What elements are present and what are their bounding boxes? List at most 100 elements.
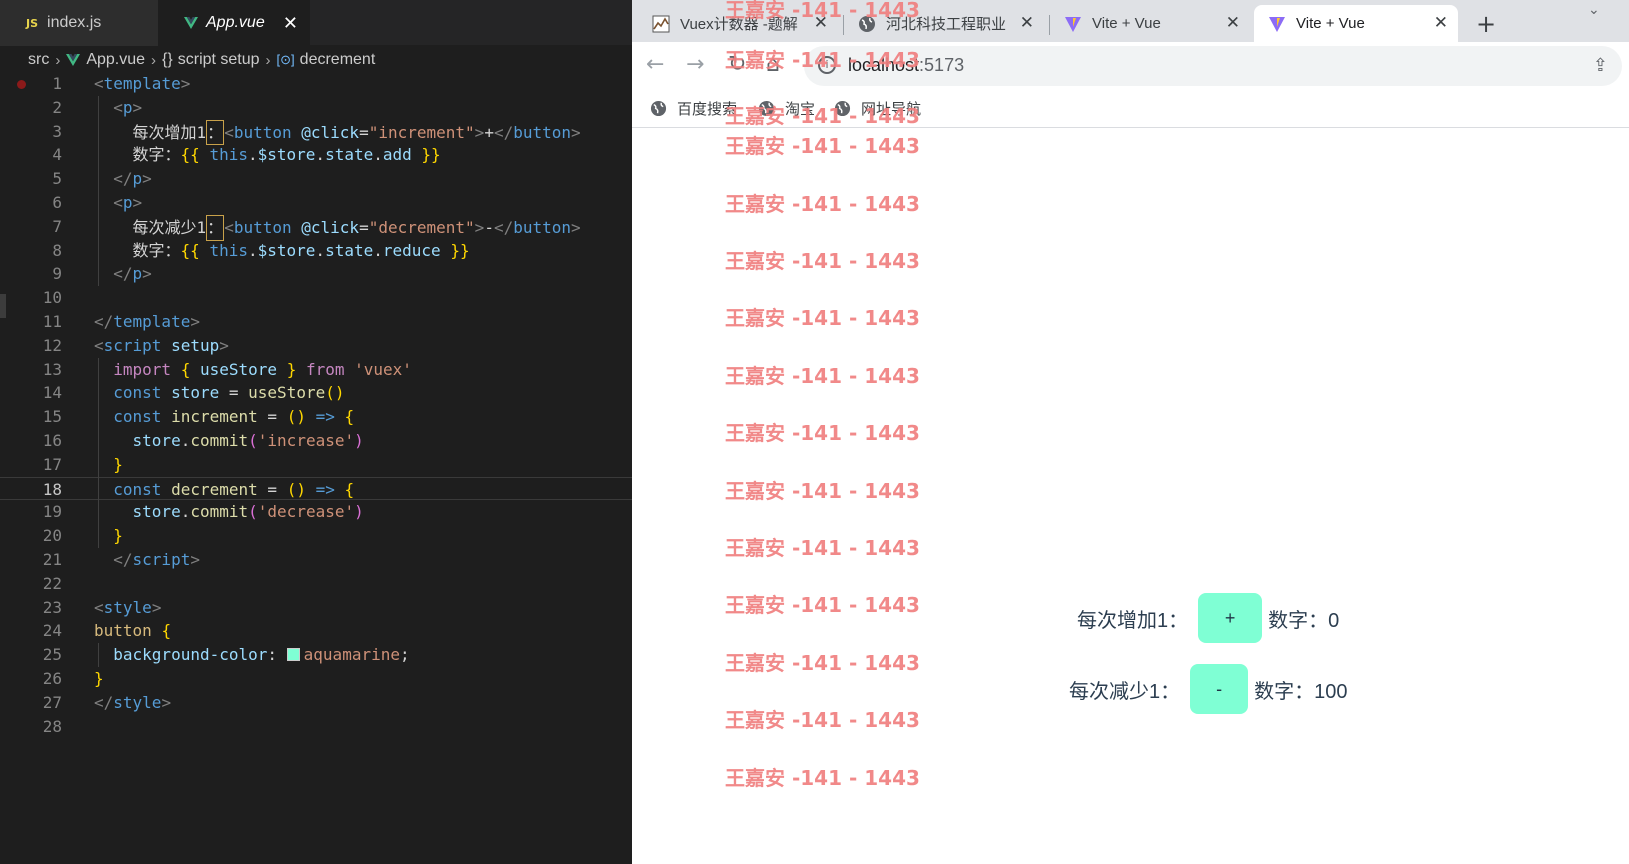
line-number: 5 bbox=[52, 169, 62, 189]
code-line[interactable]: 26} bbox=[0, 667, 632, 691]
reduce-value: 数字：100 bbox=[1254, 680, 1348, 703]
code-line[interactable]: 20 } bbox=[0, 524, 632, 548]
line-number: 19 bbox=[42, 502, 62, 522]
bookmark-baidu[interactable]: 百度搜索 bbox=[650, 98, 737, 119]
code-line[interactable]: 12 <script setup> bbox=[0, 334, 632, 358]
watermark-text: 王嘉安 -141 - 1443 bbox=[725, 593, 920, 618]
code-line[interactable]: 25 background-color: aquamarine; bbox=[0, 643, 632, 667]
share-icon[interactable]: ⇪ bbox=[1593, 55, 1608, 76]
decrement-button[interactable]: - bbox=[1190, 664, 1249, 714]
code-area[interactable]: 1 <template> 2 <p> 3 每次增加1：<button @click="… bbox=[0, 72, 632, 738]
watermark-text: 王嘉安 -141 - 1443 bbox=[725, 363, 920, 388]
code-line[interactable]: 6 <p> bbox=[0, 191, 632, 215]
close-icon[interactable]: ✕ bbox=[1434, 13, 1448, 33]
line-text: background-color: aquamarine; bbox=[94, 643, 409, 667]
increment-button[interactable]: + bbox=[1198, 593, 1263, 643]
code-line[interactable]: 11 </template> bbox=[0, 310, 632, 334]
code-line[interactable]: 19 store.commit('decrease') bbox=[0, 500, 632, 524]
new-tab-button[interactable]: + bbox=[1476, 10, 1496, 38]
code-line[interactable]: 21 </script> bbox=[0, 548, 632, 572]
code-line[interactable]: 22 bbox=[0, 572, 632, 596]
code-line[interactable]: 27 </style> bbox=[0, 691, 632, 715]
code-line[interactable]: 24 button { bbox=[0, 619, 632, 643]
code-token: = bbox=[359, 217, 369, 237]
code-token: : bbox=[267, 645, 287, 665]
code-token: }} bbox=[421, 145, 441, 165]
code-token: decrement bbox=[171, 479, 258, 499]
line-number: 8 bbox=[52, 240, 62, 260]
code-token: style bbox=[113, 692, 162, 712]
close-icon[interactable]: ✕ bbox=[1020, 13, 1034, 33]
code-line[interactable]: 7 每次减少1：<button @click="decrement">-</bu… bbox=[0, 214, 632, 241]
code-token: { bbox=[161, 621, 172, 641]
code-token: {{ bbox=[180, 240, 200, 260]
tab-index-js[interactable]: JS index.js bbox=[0, 0, 158, 46]
code-line[interactable]: 2 <p> bbox=[0, 96, 632, 120]
watermark-text: 王嘉安 -141 - 1443 bbox=[725, 48, 920, 72]
code-token: () bbox=[286, 479, 306, 499]
breadcrumb-file[interactable]: App.vue bbox=[86, 51, 145, 69]
line-text: </style> bbox=[94, 691, 171, 715]
code-token: () bbox=[286, 407, 306, 427]
close-icon[interactable]: ✕ bbox=[283, 13, 298, 34]
indent-guide bbox=[98, 643, 99, 667]
tab-app-vue[interactable]: App.vue ✕ bbox=[158, 0, 310, 46]
code-token: $store bbox=[257, 240, 316, 260]
code-line[interactable]: 23 <style> bbox=[0, 596, 632, 620]
code-line[interactable]: 18 const decrement = () => { bbox=[0, 476, 632, 501]
code-line[interactable]: 16 store.commit('increase') bbox=[0, 429, 632, 453]
browser-tab-title: Vite + Vue bbox=[1092, 15, 1161, 32]
code-token: > bbox=[571, 217, 581, 237]
code-token: ) bbox=[354, 430, 364, 450]
code-token: } bbox=[113, 526, 123, 546]
code-line[interactable]: 10 bbox=[0, 286, 632, 310]
code-line[interactable]: 13 import { useStore } from 'vuex' bbox=[0, 358, 632, 382]
code-token: = bbox=[257, 479, 287, 499]
code-token: } bbox=[94, 668, 104, 688]
code-line[interactable]: 17 } bbox=[0, 453, 632, 477]
code-line[interactable]: 4 数字：{{ this.$store.state.add }} bbox=[0, 143, 632, 167]
code-token: => bbox=[315, 407, 335, 427]
code-token: > bbox=[151, 597, 162, 617]
braces-icon: {} bbox=[162, 51, 173, 68]
address-bar[interactable]: i localhost:5173 ⇪ bbox=[804, 46, 1622, 86]
code-line[interactable]: 3 每次增加1：<button @click="increment">+</bu… bbox=[0, 119, 632, 146]
code-line[interactable]: 9 </p> bbox=[0, 262, 632, 286]
tab-search-button[interactable]: ⌄ bbox=[1588, 2, 1600, 18]
code-line[interactable]: 8 数字：{{ this.$store.state.reduce }} bbox=[0, 239, 632, 263]
code-token: > bbox=[132, 97, 143, 117]
code-token: }} bbox=[450, 240, 470, 260]
back-button[interactable]: ← bbox=[646, 52, 664, 77]
browser-tab-vite-1[interactable]: Vite + Vue ✕ bbox=[1050, 5, 1250, 42]
breadcrumb-src[interactable]: src bbox=[28, 51, 49, 69]
browser-window: Vuex计数器 -题解 ✕ 河北科技工程职业技 ✕ Vite + Vue ✕ bbox=[632, 0, 1629, 864]
code-token: ( bbox=[248, 430, 258, 450]
color-swatch-icon[interactable] bbox=[286, 648, 300, 662]
breadcrumb-symbol[interactable]: decrement bbox=[300, 51, 376, 69]
code-token: ( bbox=[248, 502, 258, 522]
code-line[interactable]: 1 <template> bbox=[0, 72, 632, 96]
code-line[interactable]: 28 bbox=[0, 715, 632, 739]
tab-label: index.js bbox=[47, 14, 102, 31]
close-icon[interactable]: ✕ bbox=[1226, 13, 1240, 33]
code-line[interactable]: 15 const increment = () => { bbox=[0, 405, 632, 429]
breadcrumb-section[interactable]: script setup bbox=[178, 51, 260, 69]
code-token: - bbox=[484, 217, 494, 237]
code-token: => bbox=[315, 479, 335, 499]
code-token: 每次增加1 bbox=[94, 122, 207, 142]
code-token: button bbox=[94, 621, 152, 641]
code-token: @click bbox=[301, 217, 360, 237]
code-line[interactable]: 14 const store = useStore() bbox=[0, 381, 632, 405]
browser-tab-vite-active[interactable]: Vite + Vue ✕ bbox=[1254, 5, 1458, 42]
forward-button[interactable]: → bbox=[686, 52, 704, 77]
line-text: <p> bbox=[94, 96, 142, 120]
code-token: </ bbox=[493, 217, 514, 237]
code-line[interactable]: 5 </p> bbox=[0, 167, 632, 191]
code-token: . bbox=[180, 430, 191, 450]
